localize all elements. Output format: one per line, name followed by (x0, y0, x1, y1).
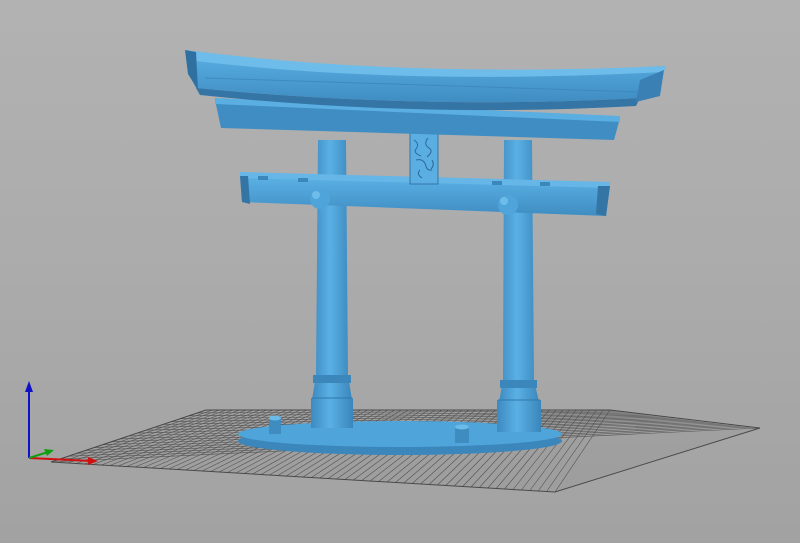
torii-gate-model[interactable] (185, 50, 666, 455)
z-axis-arrow-icon (25, 381, 33, 392)
y-axis (28, 451, 49, 459)
3d-viewport[interactable] (0, 0, 800, 543)
y-axis-arrow-icon (44, 449, 54, 456)
wedge-ball-left (310, 189, 330, 209)
wedge-ball-right (498, 195, 518, 215)
scene-canvas[interactable] (0, 0, 800, 543)
